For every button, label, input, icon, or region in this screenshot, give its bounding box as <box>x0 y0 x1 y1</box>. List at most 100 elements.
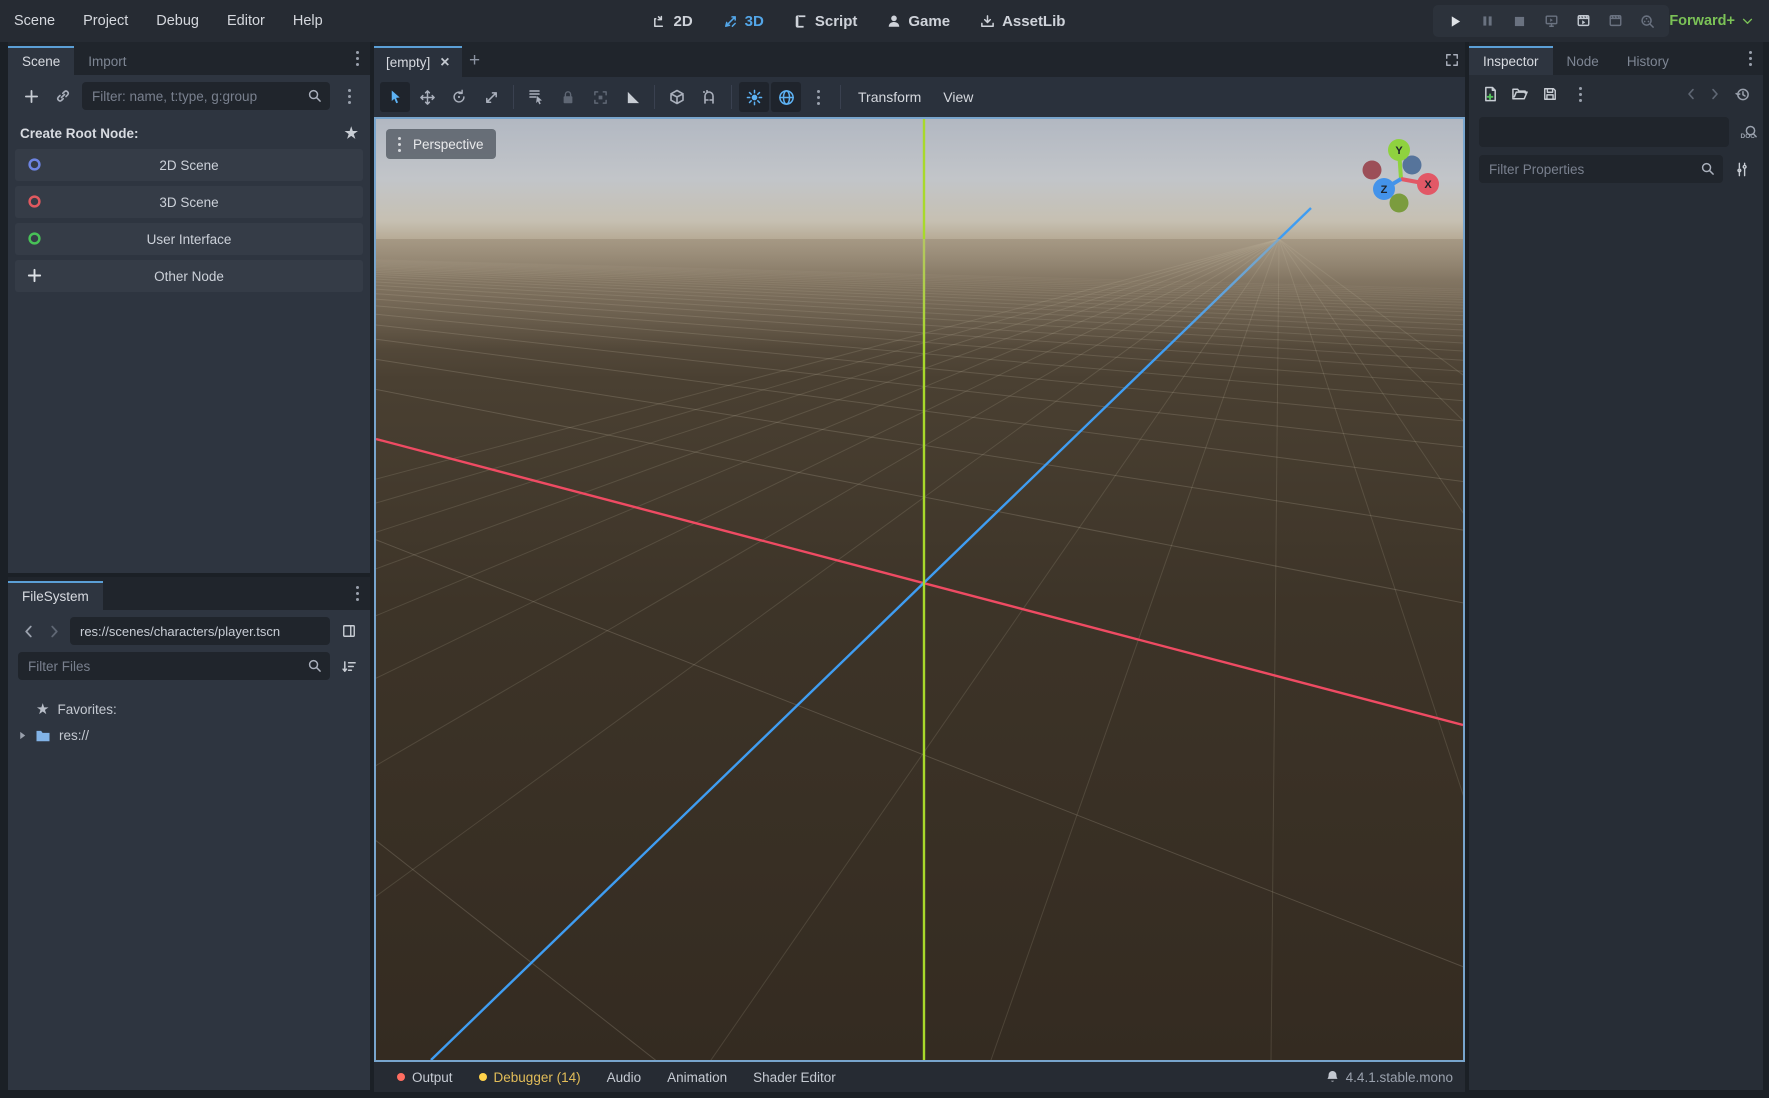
new-resource-button[interactable] <box>1477 81 1503 107</box>
3d-grid-canvas[interactable] <box>376 119 1463 1060</box>
gizmo-neg-x[interactable] <box>1363 161 1382 180</box>
ruler-tool-button[interactable] <box>617 82 647 112</box>
3d-viewport[interactable]: Perspective Y X Z <box>374 117 1465 1062</box>
gizmo-y-label: Y <box>1395 145 1403 157</box>
add-node-button[interactable] <box>18 83 44 109</box>
scale-tool-button[interactable] <box>476 82 506 112</box>
filesystem-filter-input[interactable] <box>18 652 330 680</box>
object-history-button[interactable] <box>1729 81 1755 107</box>
menu-project[interactable]: Project <box>69 13 142 29</box>
current-path-field[interactable] <box>70 617 330 645</box>
property-tools-button[interactable] <box>1729 156 1755 182</box>
workspace-3d[interactable]: 3D <box>713 13 774 30</box>
bottom-tab-debugger[interactable]: Debugger (14) <box>468 1070 592 1085</box>
preview-environment-button[interactable] <box>771 82 801 112</box>
object-name-field[interactable] <box>1479 117 1729 147</box>
scene-filter-menu-button[interactable] <box>336 83 362 109</box>
tab-import[interactable]: Import <box>74 46 140 75</box>
bottom-tab-audio[interactable]: Audio <box>596 1070 653 1085</box>
bottom-tab-output[interactable]: Output <box>386 1070 464 1085</box>
close-icon[interactable]: × <box>440 54 449 72</box>
instance-scene-button[interactable] <box>50 83 76 109</box>
group-tool-button[interactable] <box>585 82 615 112</box>
renderer-selector[interactable]: Forward+ <box>1669 0 1753 42</box>
audio-label: Audio <box>607 1070 642 1085</box>
create-3d-scene-button[interactable]: 3D Scene <box>15 186 363 218</box>
workspace-script[interactable]: Script <box>784 13 868 30</box>
save-button[interactable] <box>1537 81 1563 107</box>
menu-debug[interactable]: Debug <box>142 13 213 29</box>
viewport-menu-button[interactable] <box>803 82 833 112</box>
inspector-back-button[interactable] <box>1681 81 1701 107</box>
create-user-interface-button[interactable]: User Interface <box>15 223 363 255</box>
snap-button[interactable] <box>694 82 724 112</box>
new-scene-tab-button[interactable]: + <box>462 48 488 74</box>
tab-inspector[interactable]: Inspector <box>1469 46 1553 75</box>
select-tool-button[interactable] <box>380 82 410 112</box>
stop-button[interactable] <box>1505 8 1533 34</box>
bottom-tab-animation[interactable]: Animation <box>656 1070 738 1085</box>
tab-scene[interactable]: Scene <box>8 46 74 75</box>
tab-filesystem[interactable]: FileSystem <box>8 581 103 610</box>
create-other-node-button[interactable]: Other Node <box>15 260 363 292</box>
gizmo-neg-y[interactable] <box>1390 194 1409 213</box>
tab-history[interactable]: History <box>1613 46 1683 75</box>
history-back-button[interactable] <box>18 618 38 644</box>
script-icon <box>794 14 808 29</box>
play-custom-scene-button[interactable] <box>1601 8 1629 34</box>
perspective-menu[interactable]: Perspective <box>386 129 496 159</box>
bottom-panel-bar: Output Debugger (14) Audio Animation Sha… <box>374 1062 1465 1092</box>
local-space-button[interactable] <box>662 82 692 112</box>
menu-scene[interactable]: Scene <box>0 13 69 29</box>
expand-arrow-icon[interactable] <box>18 731 27 740</box>
filesystem-dock-tabs: FileSystem <box>8 577 370 610</box>
inspector-filter-input[interactable] <box>1479 155 1723 183</box>
play-scene-button[interactable] <box>1569 8 1597 34</box>
version-info[interactable]: 4.4.1.stable.mono <box>1326 1070 1453 1085</box>
select-arrow-icon <box>388 89 403 105</box>
workspace-2d[interactable]: 2D <box>641 13 702 30</box>
play-controls <box>1433 5 1669 37</box>
history-forward-button[interactable] <box>44 618 64 644</box>
scene-tab-empty[interactable]: [empty] × <box>374 46 462 77</box>
scene-dock-menu-button[interactable] <box>344 45 370 71</box>
list-select-tool-button[interactable] <box>521 82 551 112</box>
view-axis-gizmo[interactable]: Y X Z <box>1349 123 1455 229</box>
move-tool-button[interactable] <box>412 82 442 112</box>
rotate-tool-button[interactable] <box>444 82 474 112</box>
ruler-icon <box>625 90 640 105</box>
toggle-split-mode-button[interactable] <box>336 618 362 644</box>
create-root-node-label: Create Root Node: <box>20 126 139 141</box>
pause-button[interactable] <box>1473 8 1501 34</box>
inspector-dock-menu-button[interactable] <box>1737 45 1763 71</box>
preview-sun-button[interactable] <box>739 82 769 112</box>
tab-node[interactable]: Node <box>1553 46 1613 75</box>
expand-viewport-button[interactable] <box>1439 47 1465 73</box>
three-dots-icon <box>344 89 355 104</box>
load-resource-button[interactable] <box>1507 81 1533 107</box>
play-button[interactable] <box>1441 8 1469 34</box>
inspector-forward-button[interactable] <box>1705 81 1725 107</box>
open-docs-button[interactable]: DOC <box>1737 119 1763 145</box>
remote-debug-button[interactable] <box>1537 8 1565 34</box>
tree-item-favorites[interactable]: ★ Favorites: <box>8 695 370 723</box>
create-2d-scene-button[interactable]: 2D Scene <box>15 149 363 181</box>
filesystem-dock-menu-button[interactable] <box>344 580 370 606</box>
workspace-script-label: Script <box>815 13 858 30</box>
scene-filter-input[interactable] <box>82 82 330 110</box>
tree-item-res[interactable]: res:// <box>8 723 370 748</box>
create-2d-scene-label: 2D Scene <box>159 158 218 173</box>
sort-files-button[interactable] <box>336 653 362 679</box>
favorites-star-icon[interactable]: ★ <box>345 124 358 142</box>
shader-editor-label: Shader Editor <box>753 1070 836 1085</box>
workspace-assetlib[interactable]: AssetLib <box>970 13 1075 30</box>
menu-view[interactable]: View <box>933 89 983 105</box>
bottom-tab-shader-editor[interactable]: Shader Editor <box>742 1070 847 1085</box>
resource-menu-button[interactable] <box>1567 81 1593 107</box>
lock-tool-button[interactable] <box>553 82 583 112</box>
menu-help[interactable]: Help <box>279 13 337 29</box>
menu-editor[interactable]: Editor <box>213 13 279 29</box>
movie-maker-button[interactable] <box>1633 8 1661 34</box>
workspace-game[interactable]: Game <box>877 13 960 30</box>
menu-transform[interactable]: Transform <box>848 89 931 105</box>
